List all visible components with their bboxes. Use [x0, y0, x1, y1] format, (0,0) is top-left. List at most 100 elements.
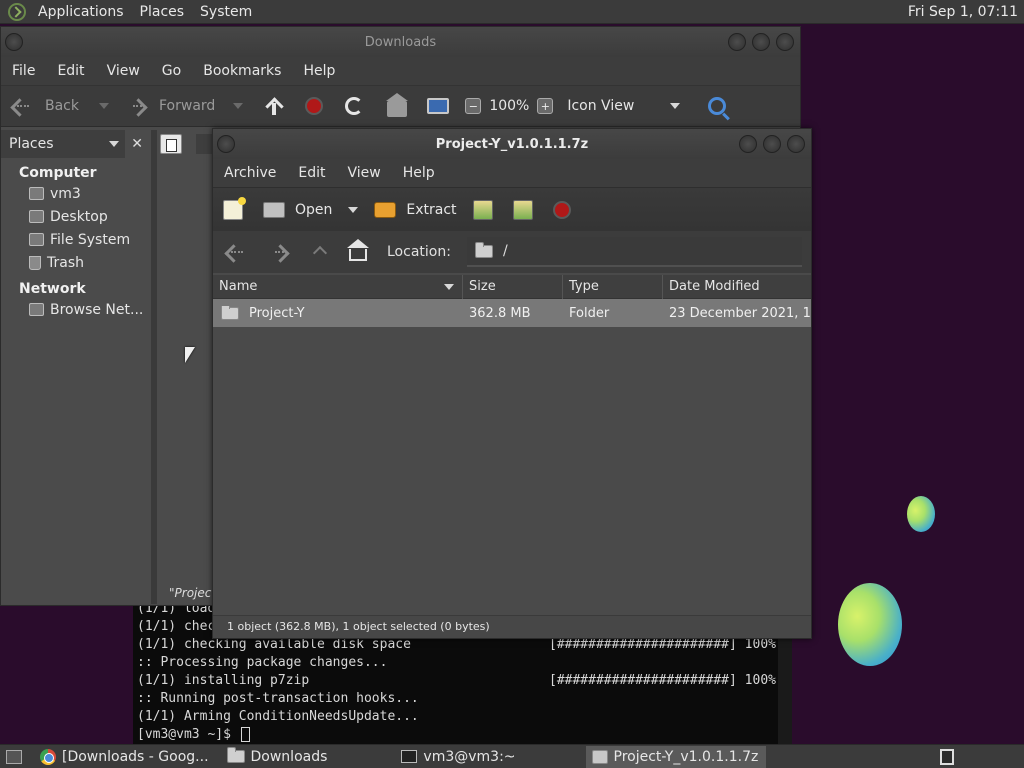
downloads-titlebar[interactable]: Downloads — [1, 27, 800, 57]
close-button[interactable] — [787, 135, 805, 153]
task-downloads[interactable]: Downloads — [221, 746, 336, 768]
terminal-prompt[interactable]: [vm3@vm3 ~]$ — [137, 726, 778, 744]
zoom-level: 100% — [489, 98, 530, 114]
column-header-date[interactable]: Date Modified — [663, 275, 811, 299]
close-button[interactable] — [776, 33, 794, 51]
sidebar-item-desktop[interactable]: Desktop — [1, 205, 151, 228]
minimize-button[interactable] — [739, 135, 757, 153]
extract-icon — [374, 201, 397, 218]
back-arrow-icon[interactable] — [225, 245, 247, 259]
archive-titlebar[interactable]: Project-Y_v1.0.1.1.7z — [213, 129, 811, 159]
menu-help[interactable]: Help — [392, 165, 446, 181]
location-field[interactable]: / — [466, 237, 802, 267]
reload-icon[interactable] — [345, 97, 364, 115]
menu-archive[interactable]: Archive — [213, 165, 287, 181]
edit-location-icon[interactable] — [160, 134, 182, 154]
sidebar-close-icon[interactable]: ✕ — [131, 136, 143, 152]
sidebar-header-select[interactable]: Places — [1, 130, 125, 158]
downloads-toolbar: Back Forward − 100% + Icon View — [1, 85, 800, 127]
menu-system[interactable]: System — [192, 4, 260, 20]
clock[interactable]: Fri Sep 1, 07:11 — [908, 4, 1018, 20]
open-button[interactable]: Open — [263, 201, 332, 218]
task-chrome[interactable]: [Downloads - Goog... — [34, 746, 217, 768]
sidebar-item-vm3[interactable]: vm3 — [1, 182, 151, 205]
forward-history-dropdown-icon[interactable] — [233, 103, 244, 109]
computer-icon[interactable] — [427, 98, 450, 114]
row-date: 23 December 2021, 1... — [669, 305, 811, 321]
extract-button[interactable]: Extract — [374, 201, 457, 218]
downloads-status: "Project — [169, 586, 213, 600]
folder-icon — [226, 747, 245, 763]
archive-file-list[interactable]: Name Size Type Date Modified Project-Y 3… — [213, 275, 811, 615]
menu-edit[interactable]: Edit — [46, 63, 95, 79]
sidebar-dropdown-icon — [109, 141, 119, 147]
zoom-out-icon[interactable]: − — [465, 98, 482, 114]
back-history-dropdown-icon[interactable] — [99, 103, 109, 109]
downloads-content-area[interactable] — [157, 130, 213, 604]
path-scroll-left-icon[interactable] — [196, 134, 212, 154]
maximize-button[interactable] — [763, 135, 781, 153]
menu-go[interactable]: Go — [151, 63, 192, 79]
search-icon[interactable] — [708, 97, 727, 115]
up-arrow-icon[interactable] — [265, 97, 283, 115]
archive-toolbar: Open Extract — [213, 187, 811, 231]
sidebar-section-computer: Computer — [19, 165, 97, 181]
menu-help[interactable]: Help — [292, 63, 346, 79]
archive-window: Project-Y_v1.0.1.1.7z Archive Edit View … — [212, 128, 812, 639]
stop-icon[interactable] — [305, 97, 324, 115]
terminal-line: :: Processing package changes... — [137, 655, 388, 670]
workspace-switcher-icon[interactable] — [940, 748, 954, 765]
places-sidebar: Places ✕ Computer vm3 Desktop File Syste… — [1, 130, 151, 604]
window-menu-icon[interactable] — [217, 135, 235, 153]
desktop-icon — [29, 210, 44, 223]
add-folder-icon[interactable] — [512, 199, 533, 220]
column-header-row: Name Size Type Date Modified — [213, 275, 811, 299]
menu-file[interactable]: File — [1, 63, 46, 79]
drive-icon — [29, 233, 44, 246]
location-value: / — [502, 243, 508, 259]
show-desktop-icon[interactable] — [6, 749, 22, 764]
menu-applications[interactable]: Applications — [30, 4, 132, 20]
minimize-button[interactable] — [728, 33, 746, 51]
zoom-in-icon[interactable]: + — [537, 98, 554, 114]
open-archive-icon — [263, 201, 285, 218]
menu-bookmarks[interactable]: Bookmarks — [192, 63, 292, 79]
menu-edit[interactable]: Edit — [287, 165, 336, 181]
forward-arrow-icon[interactable] — [269, 245, 291, 259]
open-dropdown-icon[interactable] — [348, 206, 359, 213]
back-arrow-icon — [11, 99, 33, 113]
add-files-icon[interactable] — [472, 199, 493, 220]
menu-places[interactable]: Places — [132, 4, 193, 20]
sidebar-item-trash[interactable]: Trash — [1, 251, 151, 274]
gnome-foot-icon[interactable] — [8, 2, 26, 21]
maximize-button[interactable] — [752, 33, 770, 51]
column-header-size[interactable]: Size — [463, 275, 563, 299]
forward-button[interactable]: Forward — [127, 98, 215, 114]
column-header-type[interactable]: Type — [563, 275, 663, 299]
terminal-line: (1/1) installing p7zip [#################… — [137, 673, 776, 688]
column-header-name[interactable]: Name — [213, 275, 463, 299]
up-arrow-icon[interactable] — [313, 245, 327, 259]
sort-descending-icon — [444, 284, 454, 290]
archive-status: 1 object (362.8 MB), 1 object selected (… — [213, 615, 811, 638]
task-archive[interactable]: Project-Y_v1.0.1.1.7z — [585, 745, 767, 768]
sidebar-item-file-system[interactable]: File System — [1, 228, 151, 251]
network-icon — [29, 303, 44, 316]
task-terminal[interactable]: vm3@vm3:~ — [395, 746, 523, 768]
folder-icon — [474, 241, 493, 258]
home-icon[interactable] — [347, 239, 369, 261]
stop-icon[interactable] — [552, 200, 571, 219]
menu-view[interactable]: View — [96, 63, 151, 79]
window-menu-icon[interactable] — [5, 33, 23, 51]
new-archive-icon[interactable] — [223, 196, 246, 220]
archive-icon — [591, 749, 608, 764]
view-mode-select[interactable]: Icon View — [567, 98, 681, 114]
sidebar-item-browse-network[interactable]: Browse Net... — [1, 298, 151, 321]
table-row[interactable]: Project-Y 362.8 MB Folder 23 December 20… — [213, 299, 811, 327]
back-button[interactable]: Back — [11, 98, 79, 114]
chrome-icon — [40, 748, 56, 765]
trash-icon — [29, 255, 41, 270]
menu-view[interactable]: View — [337, 165, 392, 181]
home-icon[interactable] — [386, 93, 409, 117]
terminal-line: (1/1) Arming ConditionNeedsUpdate... — [137, 709, 419, 724]
